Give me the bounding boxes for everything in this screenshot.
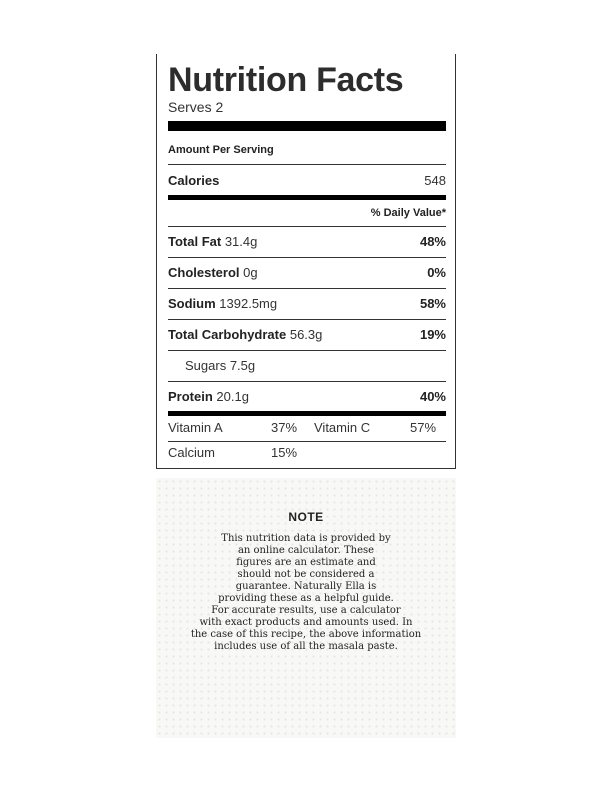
nutrient-amount: 0g <box>243 265 258 280</box>
note-line: guarantee. Naturally Ella is <box>235 581 377 592</box>
divider <box>168 319 446 320</box>
nutrient-row: Total Carbohydrate 56.3g 19% <box>168 325 446 345</box>
divider <box>168 381 446 382</box>
note-line: For accurate results, use a calculator <box>211 605 401 616</box>
amount-per-serving: Amount Per Serving <box>168 144 274 156</box>
nutrient-name: Cholesterol <box>168 265 240 280</box>
divider <box>168 257 446 258</box>
divider <box>168 288 446 289</box>
thick-divider <box>168 121 446 131</box>
nutrition-label: Nutrition Facts Serves 2 Amount Per Serv… <box>156 54 456 469</box>
note-line: figures are an estimate and <box>236 557 376 568</box>
divider <box>168 350 446 351</box>
note-line: includes use of all the masala paste. <box>214 641 398 652</box>
nutrient-daily-value: 0% <box>427 265 446 280</box>
vitamin-daily-value: 37% <box>271 420 298 435</box>
calories-value: 548 <box>424 173 446 188</box>
vitamin-name: Calcium <box>168 445 215 460</box>
nutrient-amount: 31.4g <box>224 234 258 249</box>
note-line: with exact products and amounts used. In <box>199 617 413 628</box>
nutrient-name: Total Carbohydrate <box>168 327 287 342</box>
nutrient-amount: 1392.5mg <box>219 296 278 311</box>
note-line: This nutrition data is provided by <box>221 533 391 544</box>
note-line: an online calculator. These <box>237 545 375 556</box>
vitamin-name: Vitamin A <box>168 420 223 435</box>
nutrient-amount: 20.1g <box>216 389 249 404</box>
medium-divider <box>168 195 446 200</box>
medium-divider <box>168 411 446 416</box>
nutrient-daily-value: 48% <box>419 234 446 249</box>
label-title: Nutrition Facts <box>168 61 404 99</box>
calories-row: Calories 548 <box>168 171 446 191</box>
vitamin-daily-value: 15% <box>271 445 298 460</box>
nutrient-row: Total Fat 31.4g 48% <box>168 232 446 252</box>
vitamin-name: Vitamin C <box>314 420 371 435</box>
nutrient-name: Sugars <box>185 358 227 373</box>
nutrient-amount: 56.3g <box>289 327 323 342</box>
note-line: the case of this recipe, the above infor… <box>190 629 422 640</box>
note-line: should not be considered a <box>237 569 375 580</box>
nutrient-daily-value: 58% <box>419 296 446 311</box>
nutrient-daily-value: 40% <box>419 389 446 404</box>
note-text: This nutrition data is provided by an on… <box>156 533 456 653</box>
nutrient-row-sub: Sugars 7.5g <box>168 356 446 376</box>
nutrient-row: Cholesterol 0g 0% <box>168 263 446 283</box>
divider <box>168 226 446 227</box>
daily-value-header-row: % Daily Value* <box>168 203 446 223</box>
nutrient-name: Sodium <box>168 296 216 311</box>
nutrient-row: Sodium 1392.5mg 58% <box>168 294 446 314</box>
nutrient-daily-value: 19% <box>419 327 446 342</box>
nutrient-name: Total Fat <box>168 234 222 249</box>
note-box: NOTE This nutrition data is provided by … <box>156 478 456 738</box>
note-title: NOTE <box>288 510 324 524</box>
nutrient-row: Protein 20.1g 40% <box>168 387 446 407</box>
nutrient-name: Protein <box>168 389 213 404</box>
vitamin-daily-value: 57% <box>410 420 437 435</box>
divider <box>168 164 446 165</box>
calories-label: Calories <box>168 173 220 188</box>
nutrient-amount: 7.5g <box>229 358 256 373</box>
daily-value-header: % Daily Value* <box>370 207 446 219</box>
note-line: providing these as a helpful guide. <box>218 593 394 604</box>
divider <box>168 441 446 442</box>
servings: Serves 2 <box>168 99 224 115</box>
amount-per-serving-row: Amount Per Serving <box>168 139 446 159</box>
